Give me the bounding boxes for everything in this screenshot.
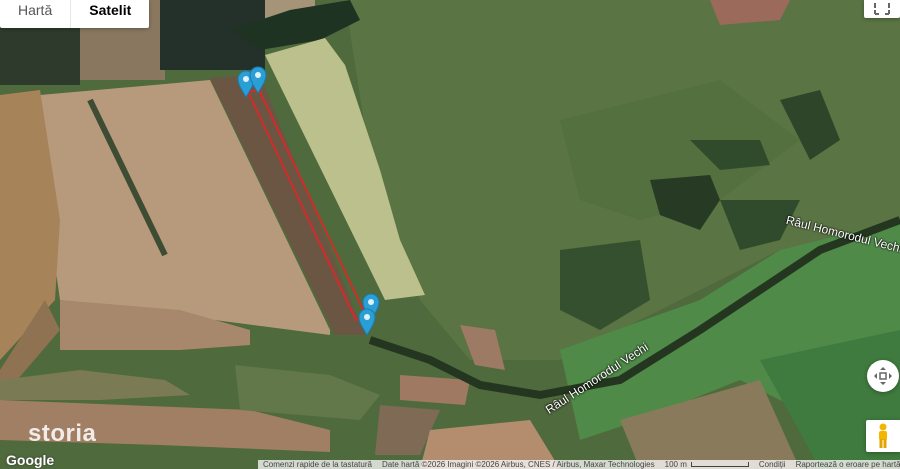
scale-label: 100 m bbox=[664, 460, 687, 469]
map-view[interactable]: Râul Homorodul Vechi Râul Homorodul Vech… bbox=[0, 0, 900, 469]
street-view-button[interactable] bbox=[866, 420, 900, 452]
map-data-text: Date hartă ©2026 Imagini ©2026 Airbus, C… bbox=[381, 460, 655, 469]
attribution-bar: Comenzi rapide de la tastatură Date hart… bbox=[258, 460, 900, 469]
tab-satellite[interactable]: Satelit bbox=[71, 0, 149, 28]
terms-link[interactable]: Condiții bbox=[754, 460, 791, 469]
pan-button[interactable] bbox=[867, 360, 899, 392]
keyboard-shortcuts-link[interactable]: Comenzi rapide de la tastatură bbox=[258, 460, 377, 469]
tab-map[interactable]: Hartă bbox=[0, 0, 70, 28]
fullscreen-icon bbox=[874, 3, 890, 15]
satellite-imagery bbox=[0, 0, 900, 469]
map-pin-4[interactable] bbox=[358, 308, 376, 336]
scale-control[interactable]: 100 m bbox=[660, 460, 754, 469]
storia-watermark: storia bbox=[28, 420, 97, 447]
google-logo: Google bbox=[6, 452, 55, 468]
map-type-control: Hartă Satelit bbox=[0, 0, 150, 28]
pegman-icon bbox=[879, 423, 887, 448]
fullscreen-button[interactable] bbox=[864, 0, 900, 18]
pan-icon bbox=[874, 367, 892, 385]
map-pin-2[interactable] bbox=[249, 66, 267, 94]
scale-bar bbox=[690, 462, 749, 467]
report-error-link[interactable]: Raportează o eroare pe hartă bbox=[791, 460, 900, 469]
